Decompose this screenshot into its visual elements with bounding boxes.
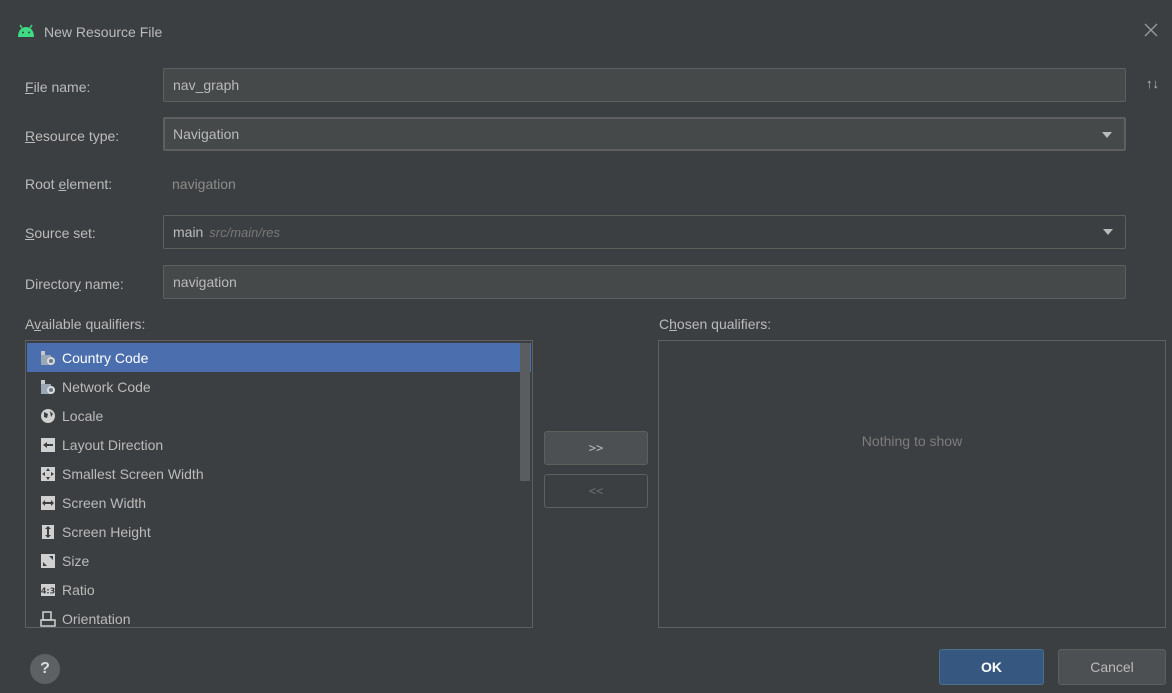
globe-icon xyxy=(40,408,56,424)
chevron-down-icon xyxy=(1103,229,1113,235)
list-item-ratio[interactable]: 4:3 Ratio xyxy=(27,575,531,604)
source-set-dropdown[interactable]: main src/main/res xyxy=(163,215,1126,249)
chosen-qualifiers-list[interactable]: Nothing to show xyxy=(658,340,1166,628)
file-name-label: File name: xyxy=(25,79,91,95)
available-qualifiers-label: Available qualifiers: xyxy=(25,316,146,332)
list-item-screen-width[interactable]: Screen Width xyxy=(27,488,531,517)
cancel-button[interactable]: Cancel xyxy=(1058,649,1166,685)
sort-arrows-icon[interactable]: ↑↓ xyxy=(1146,76,1159,91)
source-set-main: main xyxy=(173,224,204,240)
directory-name-value: navigation xyxy=(173,274,237,290)
chevron-down-icon xyxy=(1102,132,1112,138)
list-item-label: Screen Height xyxy=(62,523,151,540)
list-item-network-code[interactable]: Network Code xyxy=(27,372,531,401)
title-bar: New Resource File xyxy=(0,0,1172,56)
orientation-icon xyxy=(40,610,56,627)
ratio-icon: 4:3 xyxy=(40,582,56,598)
list-item-label: Country Code xyxy=(62,349,149,366)
list-item-screen-height[interactable]: Screen Height xyxy=(27,517,531,546)
remove-qualifier-button[interactable]: << xyxy=(544,474,648,508)
list-item-label: Ratio xyxy=(62,581,95,598)
file-name-input[interactable]: nav_graph xyxy=(163,68,1126,102)
directory-name-input[interactable]: navigation xyxy=(163,265,1126,299)
close-icon[interactable] xyxy=(1143,22,1159,38)
list-item-locale[interactable]: Locale xyxy=(27,401,531,430)
resource-type-value: Navigation xyxy=(173,126,240,142)
network-code-icon xyxy=(40,379,56,395)
layout-direction-icon xyxy=(40,437,56,453)
source-set-path: src/main/res xyxy=(209,225,281,240)
list-item-layout-direction[interactable]: Layout Direction xyxy=(27,430,531,459)
empty-state-text: Nothing to show xyxy=(861,433,963,449)
root-element-value: navigation xyxy=(172,176,236,192)
file-name-value: nav_graph xyxy=(173,77,240,93)
resource-type-dropdown[interactable]: Navigation xyxy=(163,117,1126,151)
android-icon xyxy=(18,24,34,37)
list-item-orientation[interactable]: Orientation xyxy=(27,604,531,627)
scrollbar-thumb[interactable] xyxy=(520,343,530,481)
list-item-label: Layout Direction xyxy=(62,436,164,453)
screen-width-icon xyxy=(40,495,56,511)
smallest-width-icon xyxy=(40,466,56,482)
list-item-country-code[interactable]: Country Code xyxy=(27,343,531,372)
window-title: New Resource File xyxy=(44,24,163,40)
list-item-label: Smallest Screen Width xyxy=(62,465,204,482)
list-item-label: Size xyxy=(62,552,90,569)
list-item-label: Orientation xyxy=(62,610,131,627)
size-icon xyxy=(40,553,56,569)
list-item-smallest-screen-width[interactable]: Smallest Screen Width xyxy=(27,459,531,488)
resource-type-label: Resource type: xyxy=(25,128,120,144)
help-button[interactable]: ? xyxy=(30,654,60,684)
chosen-qualifiers-label: Chosen qualifiers: xyxy=(659,316,772,332)
svg-text:4:3: 4:3 xyxy=(41,586,55,595)
available-qualifiers-list[interactable]: Country Code Network Code Locale Layout … xyxy=(25,340,533,628)
screen-height-icon xyxy=(40,524,56,540)
ok-button[interactable]: OK xyxy=(939,649,1044,685)
add-qualifier-button[interactable]: >> xyxy=(544,431,648,465)
root-element-label: Root element: xyxy=(25,176,113,192)
source-set-label: Source set: xyxy=(25,225,96,241)
list-item-label: Network Code xyxy=(62,378,151,395)
country-code-icon xyxy=(40,350,56,366)
list-item-label: Locale xyxy=(62,407,104,424)
directory-name-label: Directory name: xyxy=(25,276,124,292)
list-item-size[interactable]: Size xyxy=(27,546,531,575)
list-item-label: Screen Width xyxy=(62,494,147,511)
